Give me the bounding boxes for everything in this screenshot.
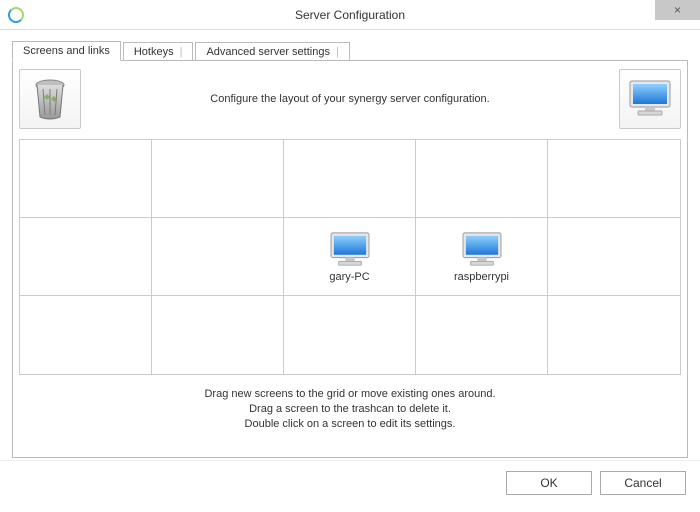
trash-icon — [31, 77, 69, 121]
grid-cell[interactable] — [548, 296, 680, 374]
grid-cell[interactable] — [20, 296, 152, 374]
tabstrip: Screens and links Hotkeys| Advanced serv… — [12, 38, 688, 60]
screen-layout-grid[interactable]: gary-PC raspberrypi — [19, 139, 681, 375]
hint-line: Double click on a screen to edit its set… — [19, 417, 681, 432]
grid-cell[interactable] — [548, 218, 680, 296]
top-row: Configure the layout of your synergy ser… — [19, 67, 681, 131]
instruction-text: Configure the layout of your synergy ser… — [81, 93, 619, 105]
screen-raspberrypi[interactable]: raspberrypi — [416, 218, 548, 296]
tab-hotkeys[interactable]: Hotkeys| — [123, 42, 194, 61]
grid-cell[interactable] — [152, 218, 284, 296]
hint-line: Drag new screens to the grid or move exi… — [19, 387, 681, 402]
hint-text: Drag new screens to the grid or move exi… — [19, 387, 681, 432]
dialog-footer: OK Cancel — [0, 460, 700, 504]
trashcan-dropzone[interactable] — [19, 69, 81, 129]
grid-cell[interactable] — [20, 140, 152, 218]
tab-screens-and-links[interactable]: Screens and links — [12, 41, 121, 61]
screen-label: gary-PC — [329, 271, 369, 283]
hint-line: Drag a screen to the trashcan to delete … — [19, 402, 681, 417]
screen-gary-PC[interactable]: gary-PC — [284, 218, 416, 296]
tab-label: Screens and links — [23, 45, 110, 57]
monitor-icon — [460, 231, 504, 269]
grid-cell[interactable] — [416, 296, 548, 374]
grid-cell[interactable] — [284, 296, 416, 374]
synergy-app-icon — [8, 7, 24, 23]
screen-label: raspberrypi — [454, 271, 509, 283]
monitor-icon — [628, 79, 672, 119]
dialog-content: Screens and links Hotkeys| Advanced serv… — [0, 30, 700, 460]
tab-label: Hotkeys — [134, 46, 174, 58]
grid-cell[interactable] — [152, 296, 284, 374]
tab-panel-screens: Configure the layout of your synergy ser… — [12, 60, 688, 458]
tab-label: Advanced server settings — [206, 46, 330, 58]
close-icon: × — [674, 3, 681, 17]
window-title: Server Configuration — [0, 8, 700, 22]
grid-cell[interactable] — [548, 140, 680, 218]
monitor-icon — [328, 231, 372, 269]
grid-cell[interactable] — [284, 140, 416, 218]
new-screen-source[interactable] — [619, 69, 681, 129]
cancel-button[interactable]: Cancel — [600, 471, 686, 495]
ok-button[interactable]: OK — [506, 471, 592, 495]
close-button[interactable]: × — [655, 0, 700, 20]
tab-advanced-server-settings[interactable]: Advanced server settings| — [195, 42, 349, 61]
titlebar: Server Configuration × — [0, 0, 700, 30]
grid-cell[interactable] — [416, 140, 548, 218]
grid-cell[interactable] — [20, 218, 152, 296]
grid-cell[interactable] — [152, 140, 284, 218]
